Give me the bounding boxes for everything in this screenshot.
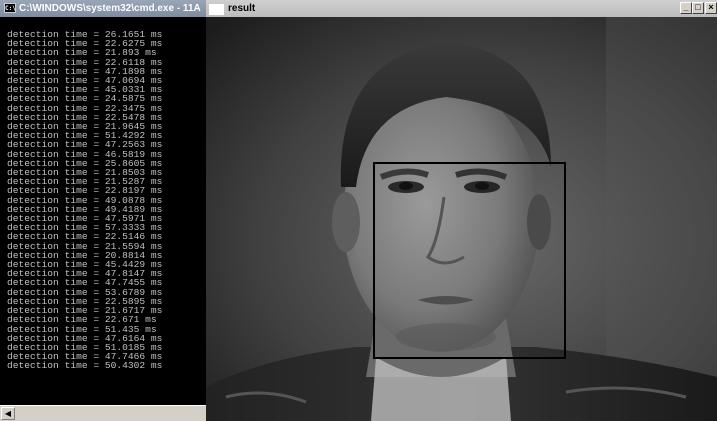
minimize-button[interactable]: _	[680, 2, 692, 14]
cmd-window-title: C:\WINDOWS\system32\cmd.exe - 11A	[19, 3, 201, 14]
cmd-window-icon[interactable]: C:\	[4, 3, 16, 13]
close-button[interactable]: ×	[705, 2, 717, 14]
maximize-button[interactable]: □	[692, 2, 704, 14]
console-line: detection time = 50.4302 ms	[7, 360, 163, 372]
result-window-title: result	[228, 3, 256, 14]
cmd-window[interactable]: C:\ C:\WINDOWS\system32\cmd.exe - 11A det…	[0, 0, 206, 421]
face-detection-box	[373, 162, 566, 359]
cmd-title-bar[interactable]: C:\ C:\WINDOWS\system32\cmd.exe - 11A	[0, 0, 206, 17]
console-output[interactable]: detection time = 26.1651 ms detection tim…	[0, 17, 206, 405]
scroll-left-arrow-icon[interactable]: ◀	[1, 407, 15, 420]
result-title-bar[interactable]: result _ □ ×	[206, 0, 717, 17]
horizontal-scrollbar[interactable]: ◀	[0, 405, 206, 421]
result-window-icon[interactable]	[209, 4, 224, 15]
